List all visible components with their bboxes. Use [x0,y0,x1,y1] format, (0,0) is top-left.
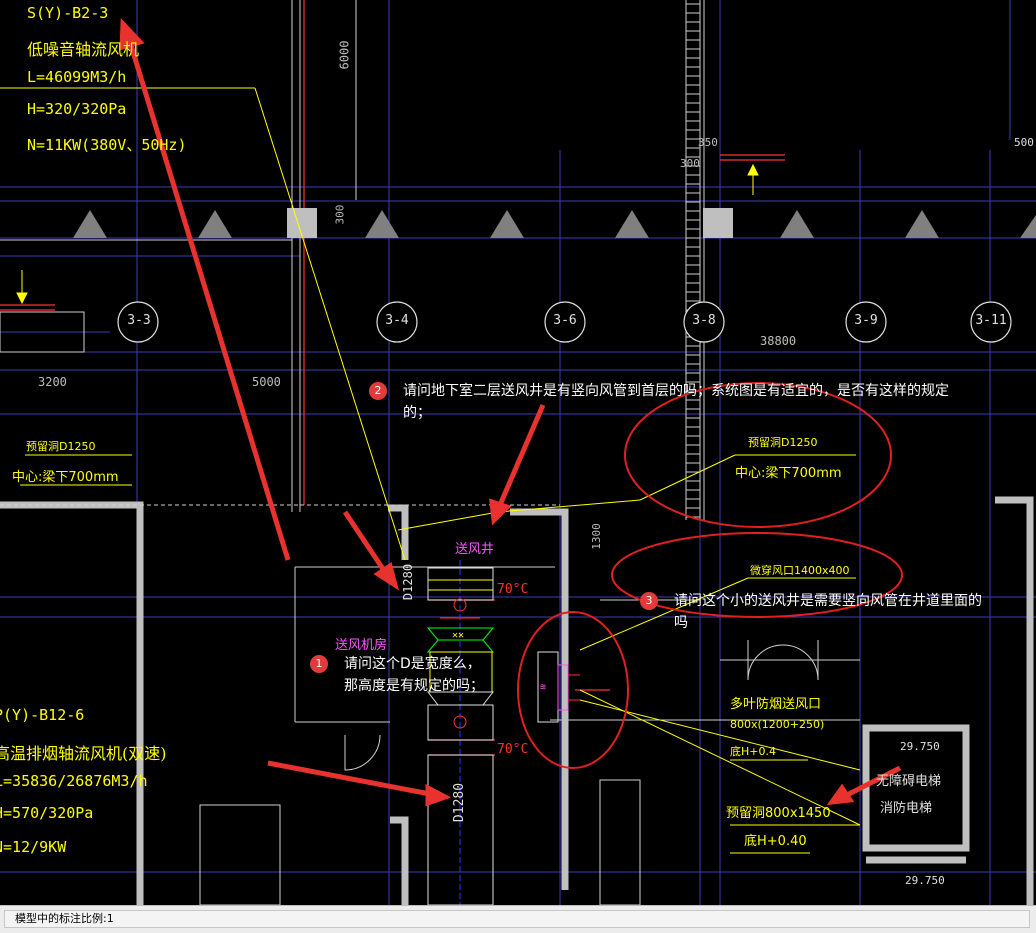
annotation-badge-2[interactable]: 2 [369,382,387,400]
status-bar: 模型中的标注比例:1 [0,905,1036,933]
dim-1300: 1300 [589,523,603,550]
column-triangles [73,210,1036,238]
louver-label: 微穿风口1400x400 [750,564,850,577]
fire-damper-top: 70°C [497,582,529,597]
dim-300: 300 [333,204,347,225]
annotation-badge-3[interactable]: 3 [640,592,658,610]
duct-size-bottom: D1280 [452,782,468,823]
elevator-elevation: 29.750 [905,874,945,887]
fan-bottom-flow: L=35836/26876M3/h [0,772,148,790]
annotation-badge-1[interactable]: 1 [310,655,328,673]
grid-axis-label: 3-4 [385,313,409,328]
opening-height: 底H+0.40 [744,834,807,849]
duct-size-top: D1280 [401,563,416,601]
annotation-note-1: 请问这个D是宽度么， 那高度是有规定的吗； [344,653,484,697]
smoke-outlet-height: 底H+0.4 [730,745,776,758]
dim-300: 300 [680,157,700,170]
smoke-outlet-label: 多叶防烟送风口 [730,697,822,712]
elevator-name: 消防电梯 [880,801,933,816]
dim-38800: 38800 [760,334,797,348]
annotation-text: 请问这个小的送风井是需要竖向风管在井道里面的 [674,593,982,609]
fan-top-pressure: H=320/320Pa [27,100,127,118]
annotation-text: 请问地下室二层送风井是有竖向风管到首层的吗；系统图是有适宜的，是否有这样的规定 [403,383,949,399]
annotation-text: 请问这个D是宽度么， [344,656,481,672]
annotation-text: 的； [403,405,431,421]
fan-bottom-name: 高温排烟轴流风机(双速) [0,744,167,763]
fan-bottom-power: N=12/9KW [0,838,67,856]
fan-top-flow: L=46099M3/h [27,68,127,86]
ladder-rungs [686,3,700,518]
fan-room-label: 送风机房 [335,638,388,653]
fire-damper-bottom: 70°C [497,742,529,757]
grid-axis-label: 3-8 [692,313,716,328]
walls [0,496,1034,905]
grid-axis-label: 3-9 [854,313,878,328]
annotation-note-3: 请问这个小的送风井是需要竖向风管在井道里面的 吗 [674,590,982,634]
dim-500: 500 [1014,136,1034,149]
sleeve-left-height: 中心:梁下700mm [12,470,119,485]
annotation-note-2: 请问地下室二层送风井是有竖向风管到首层的吗；系统图是有适宜的，是否有这样的规定 … [403,380,1035,424]
elevator-elevation: 29.750 [900,740,940,753]
grid-axis-label: 3-6 [553,313,577,328]
fan-bottom-tag: P(Y)-B12-6 [0,706,85,724]
dim-5000: 5000 [252,375,281,389]
sleeve-right-height: 中心:梁下700mm [735,466,842,481]
dim-6000: 6000 [337,40,352,70]
small-shaft-equipment: ≋ [537,651,580,723]
fan-top-power: N=11KW(380V、50Hz) [27,136,187,154]
stair-ladder [685,0,701,520]
sleeve-left-label: 预留洞D1250 [26,440,96,453]
smoke-outlet-size: 800x(1200+250) [730,718,825,731]
grid-axis-label: 3-3 [127,313,151,328]
annotation-text: 吗 [674,615,688,631]
leader-lines [0,87,861,854]
elevator-name: 无障碍电梯 [876,774,942,789]
annotation-text: 那高度是有规定的吗； [344,678,484,694]
svg-text:≋: ≋ [540,682,546,693]
sleeve-right-label: 预留洞D1250 [748,436,818,449]
shaft-label: 送风井 [455,542,495,557]
dim-350: 350 [698,136,718,149]
fan-top-tag: S(Y)-B2-3 [27,4,109,22]
dim-3200: 3200 [38,375,67,389]
annotation-scale-field[interactable]: 模型中的标注比例:1 [4,910,1030,928]
opening-label: 预留洞800x1450 [726,806,831,821]
grid-axis-label: 3-11 [975,313,1007,328]
cad-drawing-canvas[interactable]: ✕✕ ≋ S(Y)-B2-3 低噪音轴流风机 L=46099M3/h H=320… [0,0,1036,905]
svg-text:✕✕: ✕✕ [452,630,464,641]
fan-bottom-pressure: H=570/320Pa [0,804,94,822]
fan-top-name: 低噪音轴流风机 [27,40,140,59]
